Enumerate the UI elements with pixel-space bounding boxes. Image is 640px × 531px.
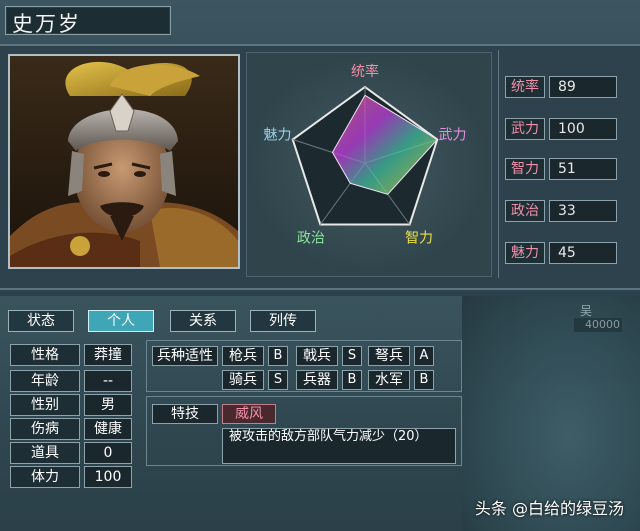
character-name-box: 史万岁 (5, 6, 171, 36)
tab-status[interactable]: 状态 (8, 310, 74, 332)
top-panel: 统率 武力 智力 政治 魅力 统率 89 武力 100 智力 51 政治 33 魅力 4… (0, 44, 640, 290)
character-name: 史万岁 (12, 12, 81, 36)
stat-value: 33 (549, 200, 617, 222)
stat-value: 51 (549, 158, 617, 180)
info-value: 莽撞 (84, 344, 132, 366)
stat-label: 统率 (505, 76, 545, 98)
info-label: 道具 (10, 442, 80, 464)
aptitude-cavalry: 骑兵 (222, 370, 264, 390)
aptitude-halberd: 戟兵 (296, 346, 338, 366)
stat-value: 89 (549, 76, 617, 98)
info-label: 性格 (10, 344, 80, 366)
aptitude-grade: B (414, 370, 434, 390)
radar-axis-label: 统率 (351, 63, 379, 80)
attribute-radar-chart: 统率武力智力 政治 魅力 (246, 52, 492, 277)
stat-row-war: 武力 100 (505, 118, 617, 140)
aptitude-siege: 兵器 (296, 370, 338, 390)
radar-axis-label: 魅力 (264, 128, 292, 144)
info-label: 体力 (10, 466, 80, 488)
aptitude-grade: B (268, 346, 288, 366)
stat-row-politics: 政治 33 (505, 200, 617, 222)
stat-label: 魅力 (505, 242, 545, 264)
info-label: 年龄 (10, 370, 80, 392)
tab-biography[interactable]: 列传 (250, 310, 316, 332)
info-value: 0 (84, 442, 132, 464)
info-value: 100 (84, 466, 132, 488)
general-info-screen: 史万岁 统率 武力 智力 政治 魅力 统率 89 武力 100 智力 51 政治… (0, 0, 640, 531)
skill-name[interactable]: 威风 (222, 404, 276, 424)
stat-label: 智力 (505, 158, 545, 180)
stat-row-intelligence: 智力 51 (505, 158, 617, 180)
aptitude-spear: 枪兵 (222, 346, 264, 366)
aptitude-grade: S (268, 370, 288, 390)
aptitude-crossbow: 弩兵 (368, 346, 410, 366)
radar-axis-label: 智力 (405, 230, 433, 246)
bottom-panel: 吴 40000 状态 个人 关系 列传 性格 莽撞 年龄 -- 性别 男 伤病 … (0, 296, 640, 531)
info-value: 健康 (84, 418, 132, 440)
tab-personal[interactable]: 个人 (88, 310, 154, 332)
tab-relations[interactable]: 关系 (170, 310, 236, 332)
troop-aptitude-label: 兵种适性 (152, 346, 218, 366)
stat-value: 100 (549, 118, 617, 140)
aptitude-grade: A (414, 346, 434, 366)
map-city-label: 吴 (580, 304, 593, 318)
stat-row-command: 统率 89 (505, 76, 617, 98)
radar-axis-label: 政治 (297, 230, 325, 246)
stat-value: 45 (549, 242, 617, 264)
stat-label: 武力 (505, 118, 545, 140)
info-value: 男 (84, 394, 132, 416)
radar-svg: 统率武力智力 政治 魅力 (264, 63, 467, 246)
character-portrait (8, 54, 240, 269)
skill-description: 被攻击的敌方部队气力减少（20） (222, 428, 456, 464)
stat-label: 政治 (505, 200, 545, 222)
info-label: 性别 (10, 394, 80, 416)
aptitude-grade: S (342, 346, 362, 366)
stat-row-charm: 魅力 45 (505, 242, 617, 264)
info-value: -- (84, 370, 132, 392)
stat-list: 统率 89 武力 100 智力 51 政治 33 魅力 45 (498, 50, 636, 278)
map-troop-count: 40000 (574, 318, 622, 332)
radar-axis-label: 武力 (438, 128, 466, 144)
aptitude-navy: 水军 (368, 370, 410, 390)
aptitude-grade: B (342, 370, 362, 390)
watermark: 头条 @白给的绿豆汤 (474, 499, 624, 518)
info-label: 伤病 (10, 418, 80, 440)
skill-label: 特技 (152, 404, 218, 424)
